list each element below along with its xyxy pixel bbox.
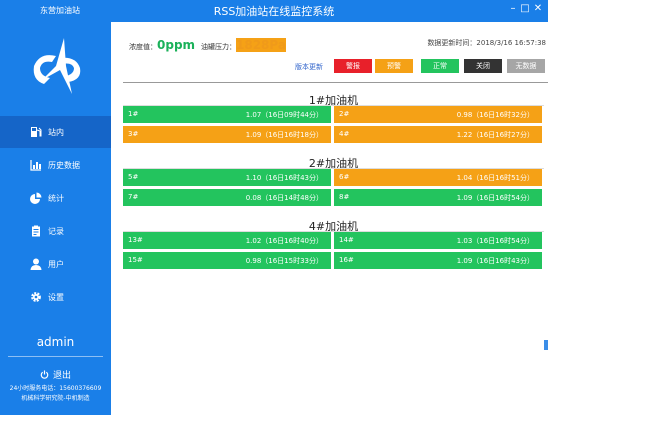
header-divider [123, 82, 548, 83]
nozzle-cell[interactable]: 13# 1.02（16日16时40分） [123, 232, 331, 249]
update-time: 数据更新时间：2018/3/16 16:57:38 [427, 39, 546, 47]
nozzle-value: 1.09（16日16时54分） [456, 194, 534, 202]
nozzle-id: 16# [339, 256, 354, 264]
nozzle-value: 0.08（16日14时48分） [245, 194, 323, 202]
legend-button[interactable]: 警报 [334, 59, 372, 73]
pie-chart-icon [30, 192, 42, 204]
nozzle-cell[interactable]: 16# 1.09（16日16时43分） [334, 252, 542, 269]
nozzle-cell[interactable]: 1# 1.07（16日09时44分） [123, 106, 331, 123]
sidebar-item-users[interactable]: 用户 [0, 248, 111, 280]
nozzle-id: 8# [339, 193, 350, 201]
sidebar-item-records[interactable]: 记录 [0, 215, 111, 247]
concentration-label: 浓度值： [129, 43, 157, 51]
nozzle-id: 3# [128, 130, 139, 138]
gas-station-icon [31, 127, 42, 137]
logout-label: 退出 [53, 371, 72, 381]
pressure-readout: 油罐压力：1828Pa [201, 38, 286, 52]
legend-button[interactable]: 关闭 [464, 59, 502, 73]
scroll-handle[interactable] [544, 340, 548, 350]
sidebar-item-history[interactable]: 历史数据 [0, 149, 111, 181]
maximize-button[interactable]: □ [518, 3, 532, 14]
sidebar-item-stats[interactable]: 统计 [0, 182, 111, 214]
nozzle-cell[interactable]: 5# 1.10（16日16时43分） [123, 169, 331, 186]
nozzle-value: 1.10（16日16时43分） [245, 174, 323, 182]
nozzle-value: 1.09（16日16时18分） [245, 131, 323, 139]
nozzle-id: 14# [339, 236, 354, 244]
window-title: RSS加油站在线监控系统 [213, 5, 335, 18]
concentration-value: 0ppm [157, 38, 196, 52]
sidebar-item-label: 用户 [48, 260, 64, 269]
pressure-label: 油罐压力： [201, 43, 236, 51]
sidebar-item-station[interactable]: 站内 [0, 116, 111, 148]
sidebar: 站内 历史数据 统计 记录 用户 设置 admin 退出 24小时服务电话：15… [0, 22, 111, 415]
legend-button[interactable]: 正常 [421, 59, 459, 73]
service-hotline: 24小时服务电话：15600376609 机械科学研究院-中机制造 [0, 384, 111, 404]
nozzle-cell[interactable]: 8# 1.09（16日16时54分） [334, 189, 542, 206]
nozzle-value: 0.98（16日15时33分） [245, 257, 323, 265]
hotline-text: 24小时服务电话：15600376609 [9, 385, 102, 392]
nozzle-cell[interactable]: 15# 0.98（16日15时33分） [123, 252, 331, 269]
logout-button[interactable]: 退出 [40, 368, 71, 381]
nozzle-cell[interactable]: 3# 1.09（16日16时18分） [123, 126, 331, 143]
nozzle-value: 1.09（16日16时43分） [456, 257, 534, 265]
nozzle-value: 1.02（16日16时40分） [245, 237, 323, 245]
nozzle-id: 6# [339, 173, 350, 181]
power-icon [40, 370, 49, 379]
nozzle-id: 4# [339, 130, 350, 138]
main-panel: 浓度值：0ppm 油罐压力：1828Pa 数据更新时间：2018/3/16 16… [111, 22, 548, 415]
nozzle-id: 1# [128, 110, 139, 118]
nozzle-cell[interactable]: 6# 1.04（16日16时51分） [334, 169, 542, 186]
nozzle-id: 13# [128, 236, 143, 244]
username: admin [36, 335, 75, 349]
title-bar: 东营加油站 RSS加油站在线监控系统 – □ ✕ [0, 0, 548, 22]
nozzle-value: 1.07（16日09时44分） [245, 111, 323, 119]
sidebar-item-label: 统计 [48, 194, 64, 203]
concentration-readout: 浓度值：0ppm [129, 38, 195, 52]
gear-icon [31, 292, 41, 302]
nozzle-value: 1.04（16日16时51分） [456, 174, 534, 182]
user-icon [30, 258, 42, 270]
maker-text: 机械科学研究院-中机制造 [21, 395, 90, 402]
nozzle-id: 15# [128, 256, 143, 264]
sidebar-item-label: 记录 [48, 227, 64, 236]
app-window: 东营加油站 RSS加油站在线监控系统 – □ ✕ 站内 历史数据 统计 记录 用… [0, 0, 548, 418]
nozzle-cell[interactable]: 2# 0.98（16日16时32分） [334, 106, 542, 123]
sidebar-item-settings[interactable]: 设置 [0, 281, 111, 313]
nozzle-id: 2# [339, 110, 350, 118]
nozzle-id: 5# [128, 173, 139, 181]
legend-button[interactable]: 无数据 [507, 59, 545, 73]
sidebar-item-label: 历史数据 [48, 161, 80, 170]
nozzle-cell[interactable]: 4# 1.22（16日16时27分） [334, 126, 542, 143]
company-logo [33, 38, 81, 94]
version-update-link[interactable]: 版本更新 [295, 62, 323, 72]
close-button[interactable]: ✕ [531, 3, 545, 14]
bar-chart-icon [30, 160, 41, 171]
legend-button[interactable]: 预警 [375, 59, 413, 73]
nozzle-cell[interactable]: 14# 1.03（16日16时54分） [334, 232, 542, 249]
sidebar-item-label: 站内 [48, 128, 64, 137]
divider [8, 356, 103, 357]
nozzle-id: 7# [128, 193, 139, 201]
nozzle-value: 0.98（16日16时32分） [456, 111, 534, 119]
nozzle-cell[interactable]: 7# 0.08（16日14时48分） [123, 189, 331, 206]
sidebar-item-label: 设置 [48, 293, 64, 302]
nozzle-value: 1.22（16日16时27分） [456, 131, 534, 139]
nozzle-value: 1.03（16日16时54分） [456, 237, 534, 245]
clipboard-icon [32, 225, 40, 237]
pressure-value: 1828Pa [236, 38, 286, 52]
